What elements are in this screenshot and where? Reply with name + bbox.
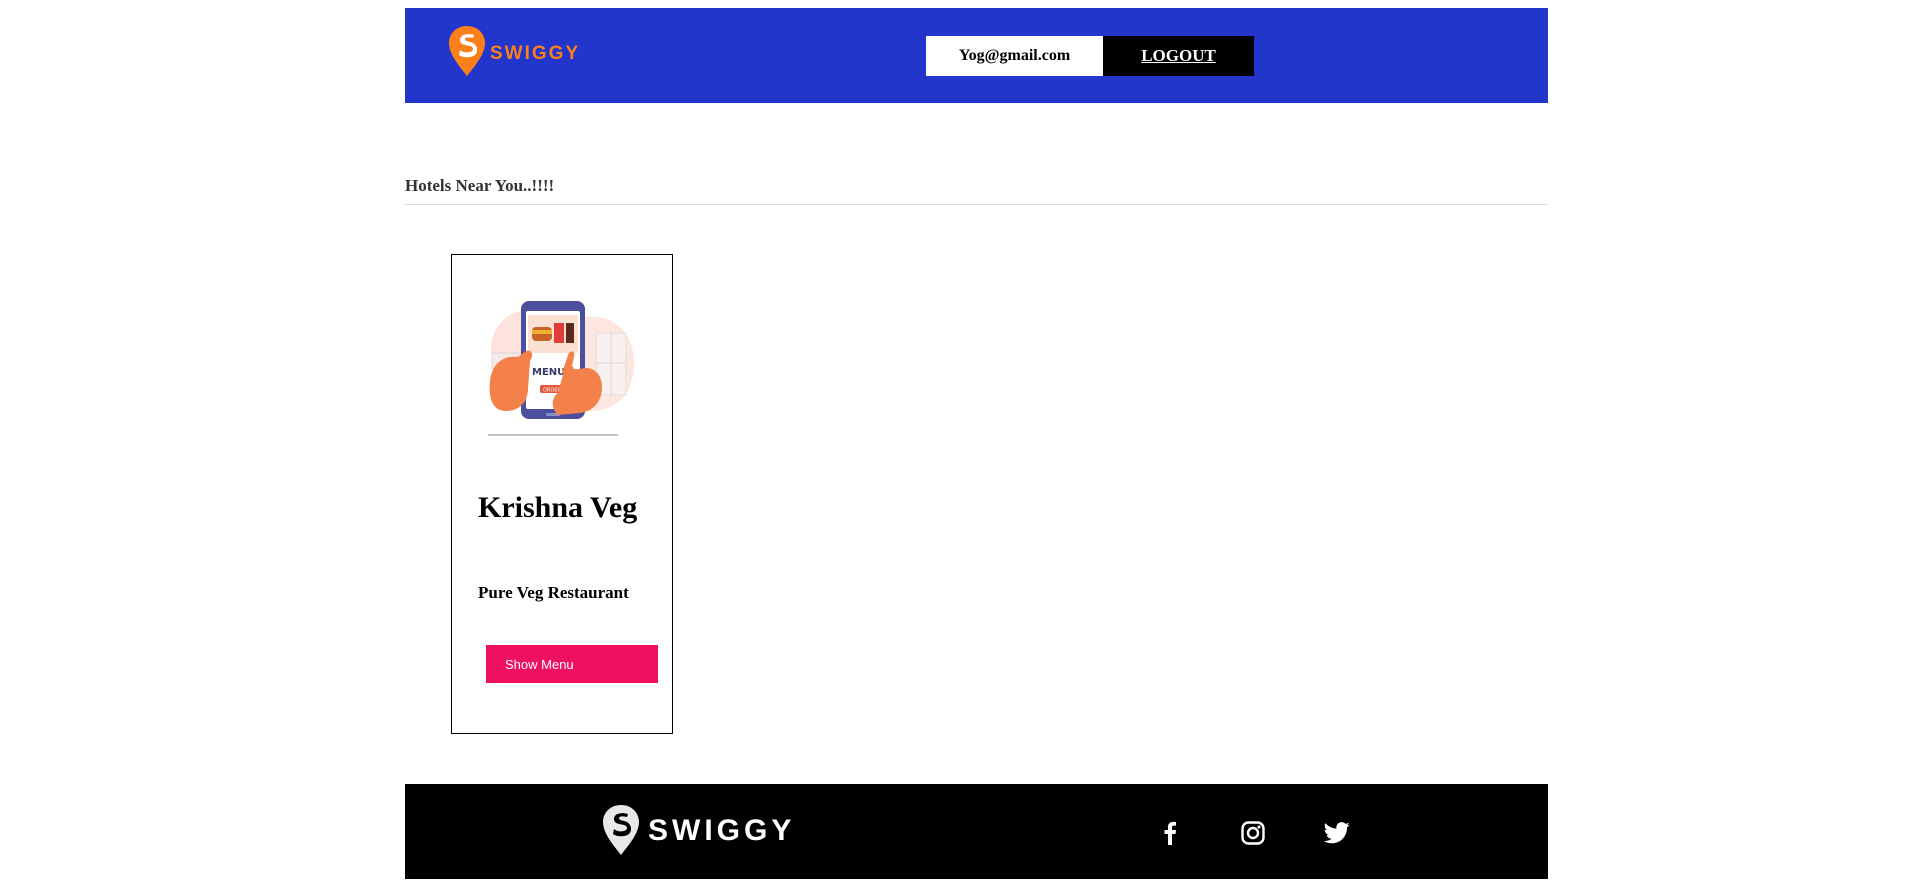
hotel-description: Pure Veg Restaurant [478, 583, 629, 602]
swiggy-logo-icon [449, 26, 485, 76]
instagram-icon[interactable] [1238, 818, 1268, 848]
section-title: Hotels Near You..!!!! [405, 176, 555, 195]
facebook-icon[interactable] [1155, 818, 1185, 848]
header-brand-text: SWIGGY [490, 43, 581, 64]
swiggy-logo[interactable]: SWIGGY [448, 24, 580, 78]
user-email: Yog@gmail.com [926, 36, 1103, 76]
hotel-card: MENU ORDER Krishna Veg Pure Veg Restaura… [451, 254, 673, 734]
section-divider [405, 204, 1548, 205]
footer-swiggy-logo[interactable]: SWIGGY [602, 802, 795, 858]
svg-text:MENU: MENU [532, 367, 565, 378]
header: SWIGGY Yog@gmail.com LOGOUT [405, 8, 1548, 103]
hotel-name: Krishna Veg [478, 491, 638, 524]
footer-brand-text: SWIGGY [648, 814, 796, 847]
footer-swiggy-logo-icon [603, 805, 639, 855]
logout-button[interactable]: LOGOUT [1103, 36, 1254, 76]
footer: SWIGGY [405, 784, 1548, 879]
phone-menu-order-illustration-icon: MENU ORDER [488, 301, 634, 436]
show-menu-button[interactable]: Show Menu [486, 645, 658, 683]
twitter-icon[interactable] [1322, 818, 1352, 848]
page: SWIGGY Yog@gmail.com LOGOUT Hotels Near … [0, 0, 1920, 886]
